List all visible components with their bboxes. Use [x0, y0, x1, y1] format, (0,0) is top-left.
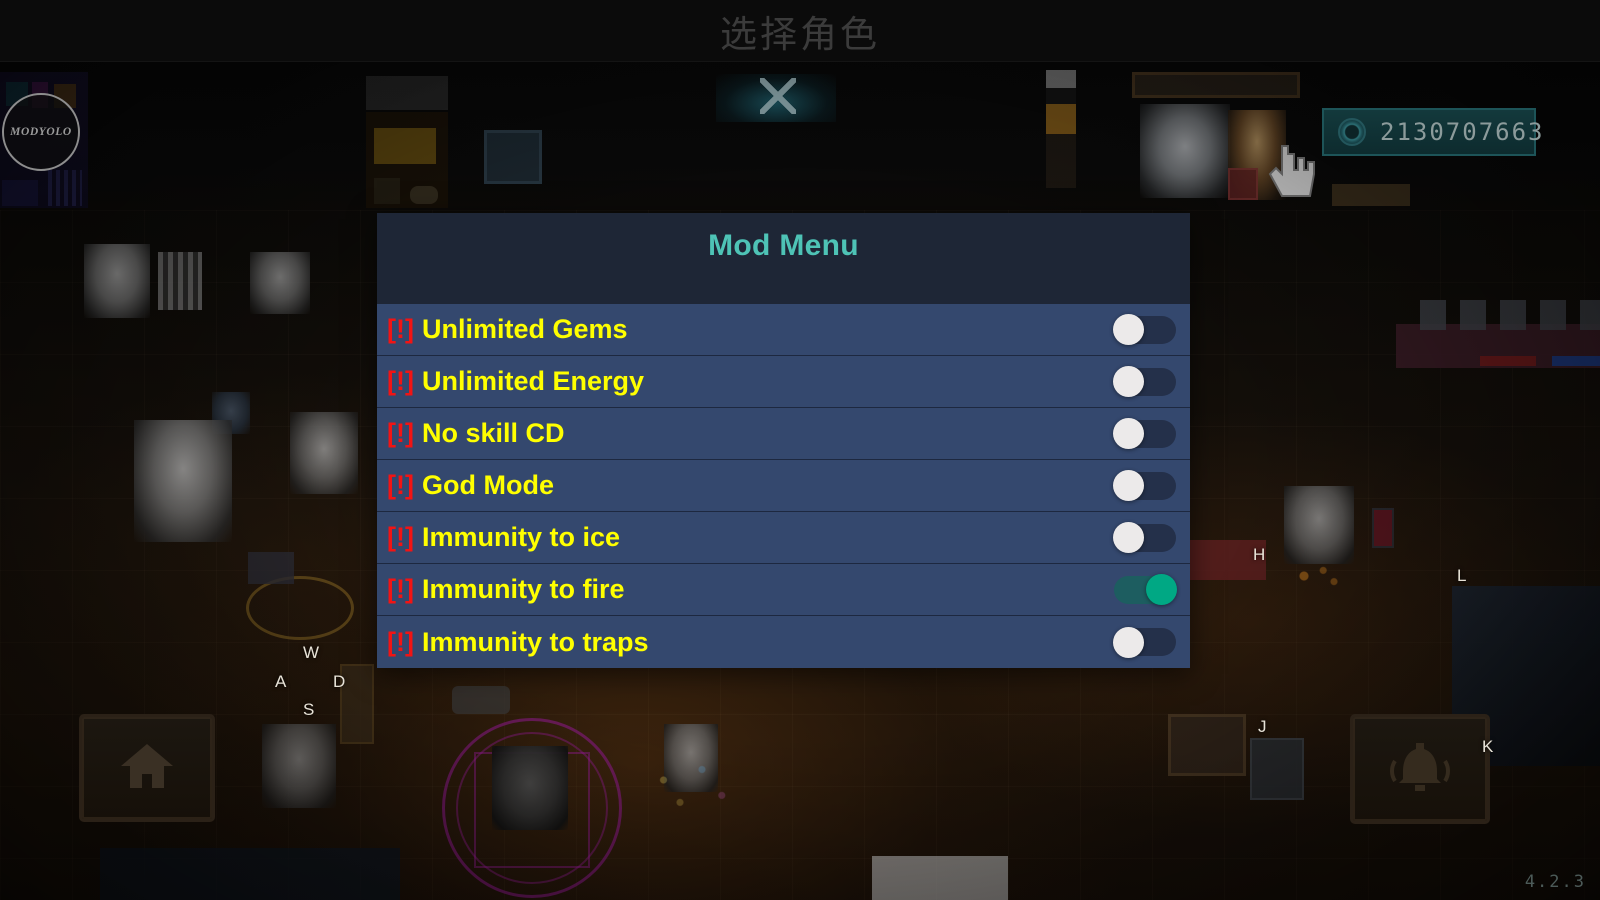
toggle-knob — [1113, 626, 1144, 658]
page-title: 选择角色 — [720, 12, 880, 56]
scenery-potion-red — [1372, 508, 1394, 548]
scenery-bottom-chest — [872, 856, 1008, 900]
scenery-machine — [1250, 738, 1304, 800]
scenery-table-right — [1332, 184, 1410, 206]
warning-flag-icon: [!] — [387, 626, 414, 657]
mod-menu-row[interactable]: [!] Unlimited Energy — [377, 356, 1190, 408]
scenery-rug — [246, 576, 354, 640]
hand-cursor-icon — [1262, 140, 1320, 202]
toggle-knob — [1146, 574, 1177, 605]
key-hint-d: D — [333, 672, 346, 691]
scenery-left-panel — [2, 180, 38, 206]
home-icon — [118, 740, 176, 797]
warning-flag-icon: [!] — [387, 314, 414, 344]
mod-menu-row-label: Immunity to ice — [421, 522, 621, 552]
scenery-npc-low-left — [262, 724, 336, 808]
scenery-right-monitors — [1420, 300, 1600, 330]
mod-menu-row-label: Unlimited Energy — [421, 366, 645, 396]
scenery-cabinet — [484, 130, 542, 184]
mod-menu-list: [!] Unlimited Gems [!] Unlimited Energy [!] N… — [377, 304, 1190, 668]
mod-menu-row-label: Immunity to traps — [421, 626, 649, 657]
toggle-knob — [1113, 366, 1144, 397]
mod-menu-row[interactable]: [!] Immunity to ice — [377, 512, 1190, 564]
key-hint-s: S — [303, 700, 315, 719]
mod-menu-row[interactable]: [!] God Mode — [377, 460, 1190, 512]
warning-flag-icon: [!] — [387, 522, 414, 552]
mod-menu-toggle[interactable] — [1113, 314, 1176, 345]
scenery-right-lcd-blue — [1552, 356, 1600, 366]
top-bar: 选择角色 — [0, 0, 1600, 62]
scenery-workbench — [1168, 714, 1246, 776]
scenery-npc-wing — [290, 412, 358, 494]
warning-flag-icon: [!] — [387, 418, 414, 448]
scenery-npc-right-helmet — [1284, 486, 1354, 564]
mod-menu-panel: Mod Menu [!] Unlimited Gems [!] Unlimited E… — [377, 213, 1190, 668]
scenery-food-tray — [374, 128, 436, 164]
scenery-right-lcd-red — [1480, 356, 1536, 366]
mod-menu-toggle[interactable] — [1113, 366, 1176, 397]
warning-flag-icon: [!] — [387, 470, 414, 500]
currency-counter[interactable]: 2130707663 — [1322, 108, 1543, 156]
scenery-npc-hooded — [84, 244, 150, 318]
key-hint-k: K — [1482, 737, 1494, 756]
mod-menu-toggle[interactable] — [1113, 626, 1176, 658]
scenery-pot — [452, 686, 510, 714]
toggle-knob — [1113, 522, 1144, 553]
scenery-crate — [248, 552, 294, 584]
warning-flag-icon: [!] — [387, 366, 414, 396]
key-hint-l: L — [1457, 566, 1467, 585]
mod-menu-toggle[interactable] — [1113, 522, 1176, 553]
scenery-bookshelf — [158, 252, 202, 310]
mod-menu-row[interactable]: [!] Immunity to traps — [377, 616, 1190, 668]
version-label: 4.2.3 — [1524, 872, 1586, 892]
mod-menu-toggle[interactable] — [1114, 574, 1177, 605]
scenery-sparkles — [636, 752, 746, 822]
scenery-npc-big-knight — [134, 420, 232, 542]
bell-button[interactable] — [1350, 714, 1490, 824]
currency-value: 2130707663 — [1380, 118, 1545, 146]
mod-menu-row[interactable]: [!] Immunity to fire — [377, 564, 1190, 616]
scenery-banner-sword — [760, 78, 796, 114]
mod-menu-row-label: No skill CD — [421, 418, 565, 448]
home-button[interactable] — [79, 714, 215, 822]
scenery-counter-top — [366, 76, 448, 110]
scenery-npc-helmet — [250, 252, 310, 314]
scenery-character-knight — [1140, 104, 1230, 198]
watermark-text: MODYOLO — [10, 126, 72, 138]
scenery-left-bars — [48, 170, 82, 206]
key-hint-h: H — [1253, 545, 1266, 564]
mod-menu-row-label: God Mode — [421, 470, 554, 500]
game-screen: 选择角色 MODYOLO 2130707663 W A D S H L J K … — [0, 0, 1600, 900]
scenery-shield — [1228, 168, 1258, 200]
mod-menu-row[interactable]: [!] Unlimited Gems — [377, 304, 1190, 356]
key-hint-j: J — [1258, 717, 1267, 736]
toggle-knob — [1113, 314, 1144, 345]
gem-icon — [1338, 118, 1366, 146]
mod-menu-row-label: Immunity to fire — [421, 574, 625, 604]
mod-menu-toggle[interactable] — [1113, 418, 1176, 449]
key-hint-a: A — [275, 672, 287, 691]
scenery-forge-embers — [1286, 562, 1346, 590]
toggle-knob — [1113, 470, 1144, 501]
warning-flag-icon: [!] — [387, 574, 414, 604]
mod-menu-row-label: Unlimited Gems — [421, 314, 628, 344]
scenery-wall-poster — [1132, 72, 1300, 98]
key-hint-w: W — [303, 643, 320, 662]
mod-menu-title: Mod Menu — [708, 229, 859, 262]
modyolo-watermark: MODYOLO — [2, 93, 80, 171]
mod-menu-toggle[interactable] — [1113, 470, 1176, 501]
scenery-oval-plate — [410, 186, 438, 204]
mod-menu-header: Mod Menu — [377, 213, 1190, 304]
scenery-small-box — [374, 178, 400, 204]
scenery-bottom-bar — [100, 848, 400, 900]
bell-icon — [1389, 739, 1451, 800]
scenery-witch — [492, 746, 568, 830]
mod-menu-row[interactable]: [!] No skill CD — [377, 408, 1190, 460]
scenery-pillar-light — [1046, 70, 1076, 188]
toggle-knob — [1113, 418, 1144, 449]
